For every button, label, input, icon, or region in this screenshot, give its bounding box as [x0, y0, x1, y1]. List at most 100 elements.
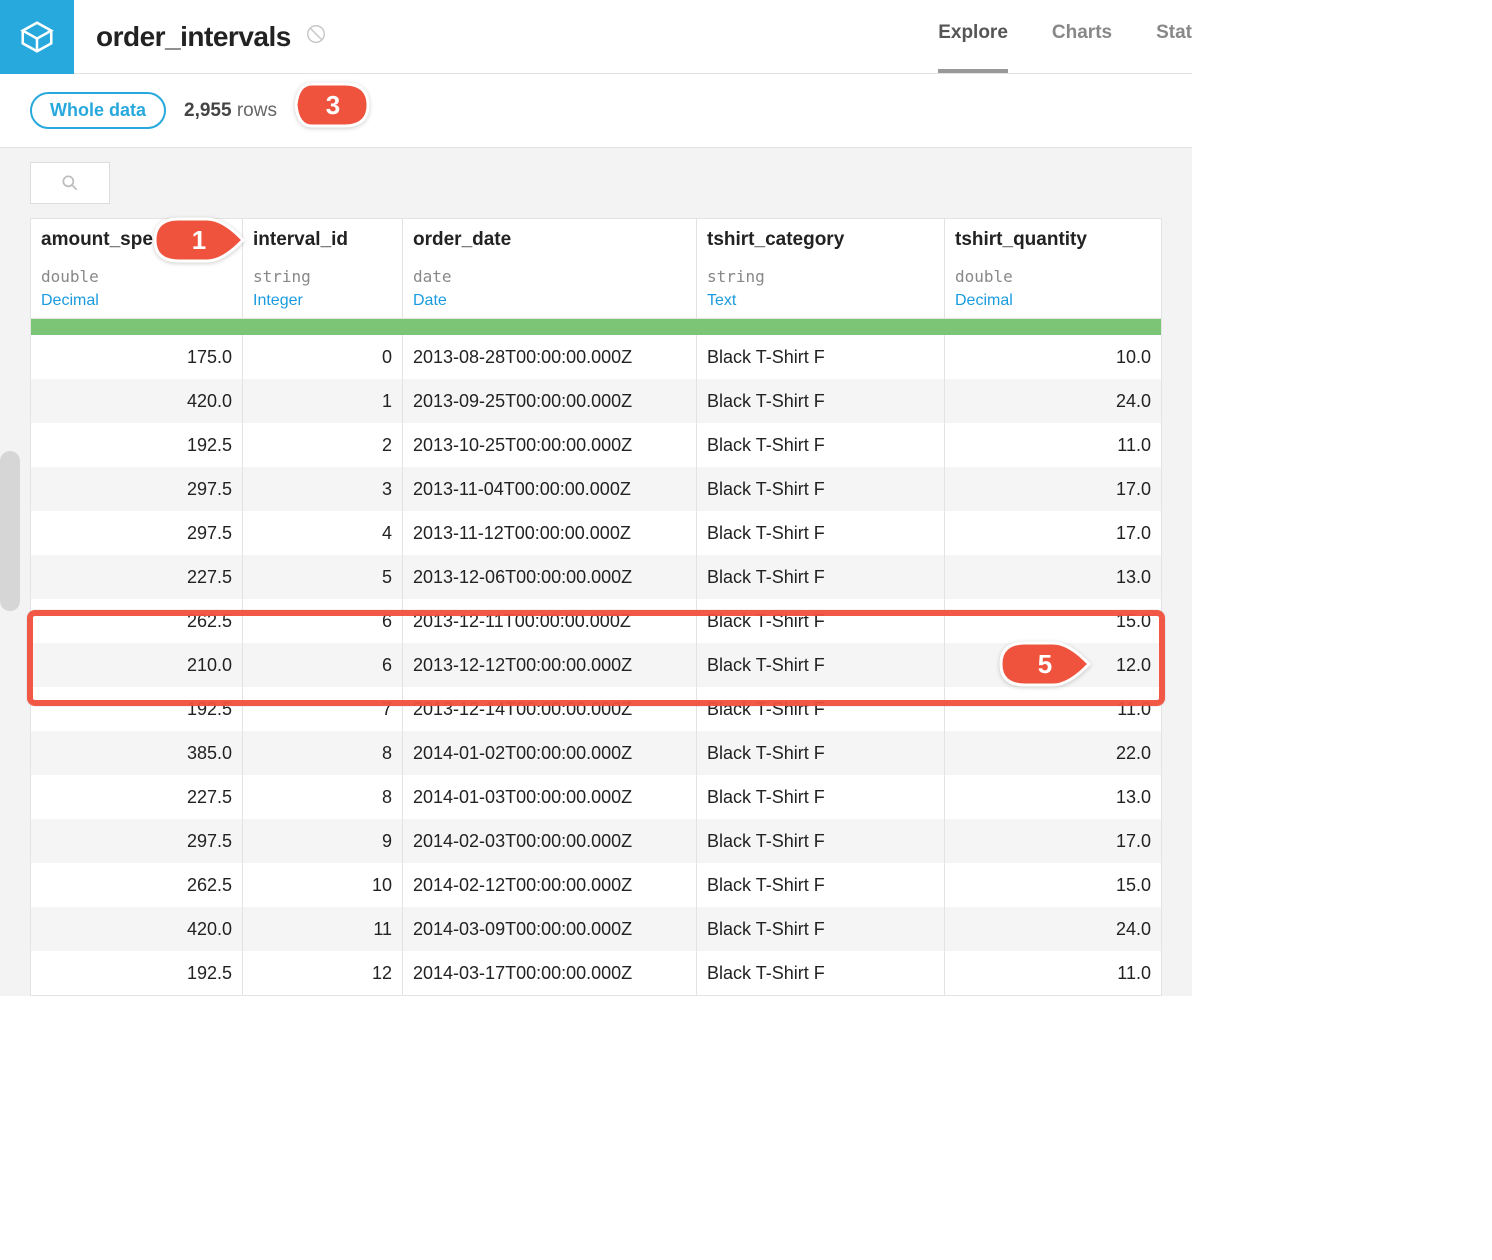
table-row[interactable]: 210.062013-12-12T00:00:00.000ZBlack T-Sh… [31, 643, 1161, 687]
table-cell: 1 [243, 379, 403, 423]
column-header[interactable]: tshirt_category string Text [697, 219, 945, 318]
table-cell: Black T-Shirt F [697, 335, 945, 379]
table-cell: 2013-12-12T00:00:00.000Z [403, 643, 697, 687]
table-cell: 6 [243, 643, 403, 687]
column-type: string [253, 267, 392, 286]
table-cell: 0 [243, 335, 403, 379]
table-cell: 262.5 [31, 863, 243, 907]
table-cell: 2014-02-03T00:00:00.000Z [403, 819, 697, 863]
column-header[interactable]: interval_id string Integer [243, 219, 403, 318]
table-cell: 24.0 [945, 907, 1161, 951]
column-header[interactable]: tshirt_quantity double Decimal [945, 219, 1161, 318]
table-row[interactable]: 297.532013-11-04T00:00:00.000ZBlack T-Sh… [31, 467, 1161, 511]
table-row[interactable]: 297.542013-11-12T00:00:00.000ZBlack T-Sh… [31, 511, 1161, 555]
column-type: double [41, 267, 232, 286]
tab-charts[interactable]: Charts [1052, 0, 1112, 73]
table-cell: 17.0 [945, 467, 1161, 511]
table-cell: 385.0 [31, 731, 243, 775]
column-type: double [955, 267, 1151, 286]
table-cell: 2 [243, 423, 403, 467]
table-cell: 13.0 [945, 775, 1161, 819]
table-cell: 175.0 [31, 335, 243, 379]
table-cell: 2014-03-17T00:00:00.000Z [403, 951, 697, 995]
table-cell: Black T-Shirt F [697, 863, 945, 907]
table-row[interactable]: 420.0112014-03-09T00:00:00.000ZBlack T-S… [31, 907, 1161, 951]
table-row[interactable]: 262.5102014-02-12T00:00:00.000ZBlack T-S… [31, 863, 1161, 907]
table-cell: 227.5 [31, 775, 243, 819]
column-name: interval_id [253, 229, 392, 251]
table-cell: 12 [243, 951, 403, 995]
table-cell: 2013-11-04T00:00:00.000Z [403, 467, 697, 511]
table-cell: 15.0 [945, 863, 1161, 907]
table-cell: 227.5 [31, 555, 243, 599]
table-cell: 192.5 [31, 687, 243, 731]
column-semantic[interactable]: Decimal [41, 292, 232, 310]
column-semantic[interactable]: Text [707, 292, 934, 310]
table-cell: 2014-03-09T00:00:00.000Z [403, 907, 697, 951]
vertical-scrollbar[interactable] [0, 451, 20, 611]
whole-data-button[interactable]: Whole data [30, 92, 166, 129]
visibility-icon [305, 23, 327, 50]
tab-stats[interactable]: Stat [1156, 0, 1192, 73]
table-cell: 11.0 [945, 423, 1161, 467]
table-row[interactable]: 192.522013-10-25T00:00:00.000ZBlack T-Sh… [31, 423, 1161, 467]
table-row[interactable]: 420.012013-09-25T00:00:00.000ZBlack T-Sh… [31, 379, 1161, 423]
table-cell: 2013-12-14T00:00:00.000Z [403, 687, 697, 731]
table-cell: Black T-Shirt F [697, 555, 945, 599]
table-cell: 297.5 [31, 511, 243, 555]
table-cell: 210.0 [31, 643, 243, 687]
table-cell: 262.5 [31, 599, 243, 643]
table-body: 175.002013-08-28T00:00:00.000ZBlack T-Sh… [31, 335, 1161, 995]
table-cell: 11 [243, 907, 403, 951]
table-row[interactable]: 262.562013-12-11T00:00:00.000ZBlack T-Sh… [31, 599, 1161, 643]
data-table: amount_spe double Decimal interval_id st… [30, 218, 1162, 996]
table-row[interactable]: 297.592014-02-03T00:00:00.000ZBlack T-Sh… [31, 819, 1161, 863]
table-row[interactable]: 227.582014-01-03T00:00:00.000ZBlack T-Sh… [31, 775, 1161, 819]
column-semantic[interactable]: Date [413, 292, 686, 310]
table-row[interactable]: 175.002013-08-28T00:00:00.000ZBlack T-Sh… [31, 335, 1161, 379]
column-name: tshirt_category [707, 229, 934, 251]
table-row[interactable]: 192.572013-12-14T00:00:00.000ZBlack T-Sh… [31, 687, 1161, 731]
table-row[interactable]: 192.5122014-03-17T00:00:00.000ZBlack T-S… [31, 951, 1161, 995]
table-cell: 5 [243, 555, 403, 599]
table-cell: 2014-01-02T00:00:00.000Z [403, 731, 697, 775]
density-bar [31, 319, 1161, 335]
table-cell: 6 [243, 599, 403, 643]
table-cell: 4 [243, 511, 403, 555]
table-cell: 11.0 [945, 687, 1161, 731]
table-cell: Black T-Shirt F [697, 423, 945, 467]
table-header: amount_spe double Decimal interval_id st… [31, 219, 1161, 319]
column-search[interactable] [30, 162, 110, 204]
logo-icon[interactable] [0, 0, 74, 74]
table-cell: 7 [243, 687, 403, 731]
table-cell: 2013-11-12T00:00:00.000Z [403, 511, 697, 555]
column-name: amount_spe [41, 229, 232, 251]
table-cell: 13.0 [945, 555, 1161, 599]
row-count: 2,955 rows [184, 100, 277, 122]
table-cell: Black T-Shirt F [697, 775, 945, 819]
table-row[interactable]: 227.552013-12-06T00:00:00.000ZBlack T-Sh… [31, 555, 1161, 599]
table-cell: 10.0 [945, 335, 1161, 379]
table-cell: Black T-Shirt F [697, 819, 945, 863]
table-cell: 192.5 [31, 951, 243, 995]
table-cell: 2014-01-03T00:00:00.000Z [403, 775, 697, 819]
row-count-label: rows [237, 100, 277, 121]
table-row[interactable]: 385.082014-01-02T00:00:00.000ZBlack T-Sh… [31, 731, 1161, 775]
column-name: tshirt_quantity [955, 229, 1151, 251]
tab-explore[interactable]: Explore [938, 0, 1008, 73]
callout-3: 3 [292, 78, 374, 132]
column-semantic[interactable]: Integer [253, 292, 392, 310]
table-cell: 2014-02-12T00:00:00.000Z [403, 863, 697, 907]
column-header[interactable]: order_date date Date [403, 219, 697, 318]
column-semantic[interactable]: Decimal [955, 292, 1151, 310]
app-header: order_intervals Explore Charts Stat [0, 0, 1192, 74]
dataset-title: order_intervals [96, 21, 291, 53]
column-header[interactable]: amount_spe double Decimal [31, 219, 243, 318]
header-nav: Explore Charts Stat [938, 0, 1192, 73]
table-cell: Black T-Shirt F [697, 643, 945, 687]
column-name: order_date [413, 229, 686, 251]
table-cell: 2013-10-25T00:00:00.000Z [403, 423, 697, 467]
column-type: string [707, 267, 934, 286]
table-cell: Black T-Shirt F [697, 511, 945, 555]
table-cell: Black T-Shirt F [697, 379, 945, 423]
